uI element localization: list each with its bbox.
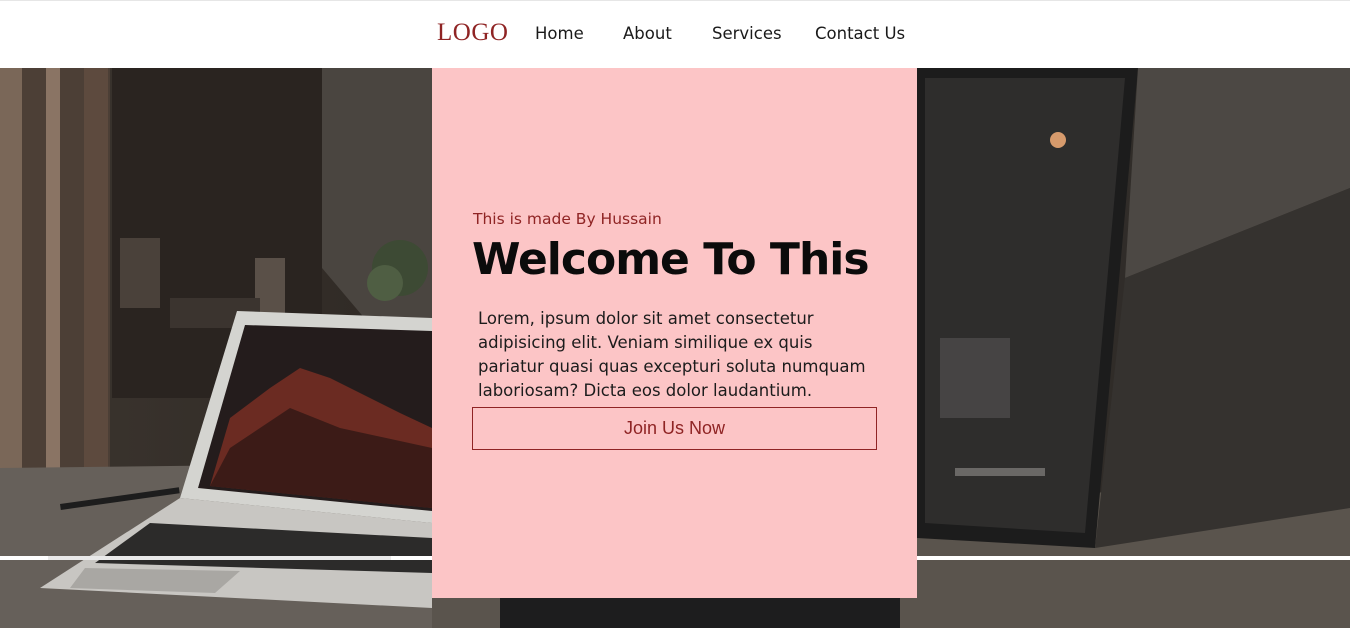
- logo-link[interactable]: LOGO: [437, 19, 508, 47]
- join-us-button[interactable]: Join Us Now: [472, 407, 877, 450]
- hero-description: Lorem, ipsum dolor sit amet consectetur …: [478, 309, 866, 400]
- nav-link-contact-us[interactable]: Contact Us: [815, 24, 905, 43]
- nav-link-services[interactable]: Services: [712, 24, 782, 43]
- hero-title: Welcome To This: [472, 234, 870, 285]
- top-navbar: LOGO Home About Services Contact Us: [0, 0, 1350, 68]
- hero-card: This is made By Hussain Welcome To This …: [432, 68, 917, 598]
- scrollbar-track[interactable]: [48, 556, 391, 560]
- nav-link-about[interactable]: About: [623, 24, 672, 43]
- nav-link-home[interactable]: Home: [535, 24, 584, 43]
- hero-eyebrow-text: This is made By Hussain: [473, 210, 662, 228]
